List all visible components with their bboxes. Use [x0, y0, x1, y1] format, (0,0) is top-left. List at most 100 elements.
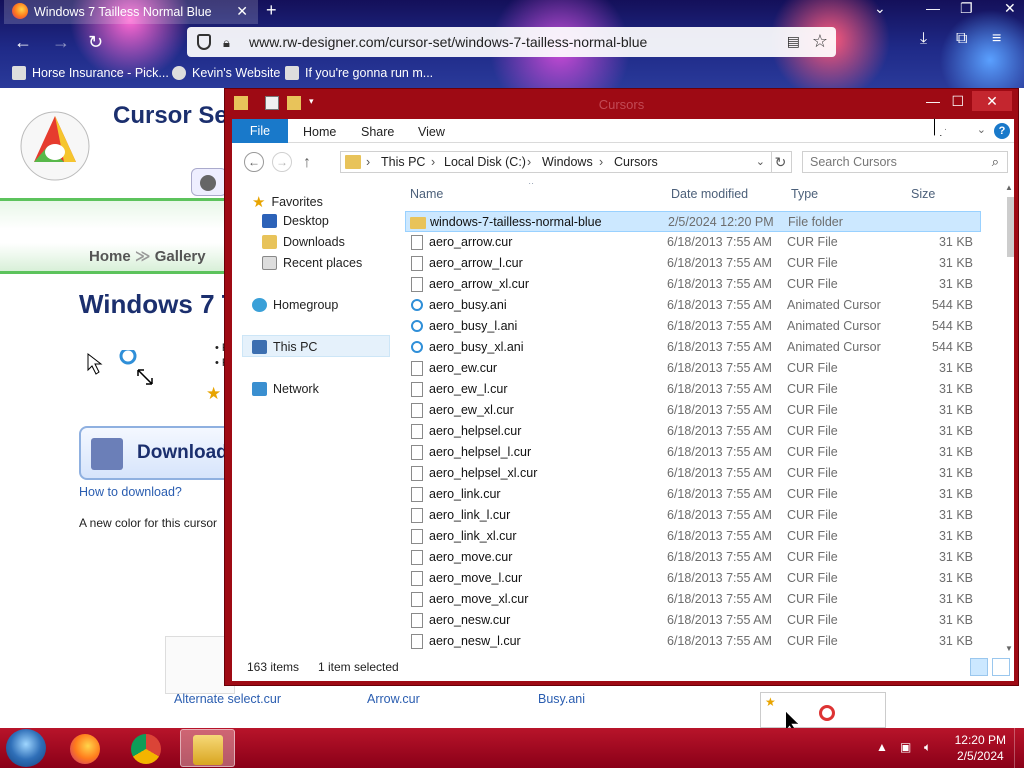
breadcrumb-separator-icon[interactable]: ›: [599, 155, 603, 169]
table-row[interactable]: aero_link_l.cur 6/18/2013 7:55 AM CUR File…: [405, 505, 981, 526]
table-row[interactable]: aero_arrow_xl.cur 6/18/2013 7:55 AM CUR Fi…: [405, 274, 981, 295]
tab-close-icon[interactable]: ✕: [236, 3, 248, 20]
reload-icon[interactable]: ↻: [88, 32, 103, 53]
table-row[interactable]: aero_helpsel_xl.cur 6/18/2013 7:55 AM CUR …: [405, 463, 981, 484]
cursor-link[interactable]: Arrow.cur: [367, 692, 420, 706]
table-row[interactable]: aero_ew.cur 6/18/2013 7:55 AM CUR File 31 K…: [405, 358, 981, 379]
table-row[interactable]: aero_nesw_l.cur 6/18/2013 7:55 AM CUR File…: [405, 631, 981, 652]
back-arrow-icon[interactable]: ←: [244, 152, 264, 172]
restore-icon[interactable]: ❐: [960, 0, 973, 17]
close-window-icon[interactable]: ✕: [1004, 0, 1016, 17]
table-row[interactable]: aero_link.cur 6/18/2013 7:55 AM CUR File 31…: [405, 484, 981, 505]
bookmark-item[interactable]: If you're gonna run m...: [285, 66, 433, 80]
nav-item-desktop[interactable]: Desktop: [262, 214, 329, 228]
tab-file[interactable]: File: [232, 119, 288, 143]
close-button[interactable]: ✕: [972, 91, 1012, 111]
nav-item-downloads[interactable]: Downloads: [262, 235, 345, 249]
table-row[interactable]: aero_busy_xl.ani 6/18/2013 7:55 AM Animate…: [405, 337, 981, 358]
table-row[interactable]: aero_move_l.cur 6/18/2013 7:55 AM CUR File…: [405, 568, 981, 589]
column-header-type[interactable]: Type: [791, 187, 818, 201]
taskbar-chrome[interactable]: [119, 729, 174, 767]
search-icon[interactable]: ⌕: [992, 152, 999, 172]
table-row[interactable]: windows-7-tailless-normal-blue 2/5/2024 1…: [405, 211, 981, 232]
breadcrumb-separator-icon[interactable]: ›: [366, 155, 370, 169]
bookmark-item[interactable]: Horse Insurance - Pick...: [12, 66, 169, 80]
cursor-link[interactable]: Alternate select.cur: [174, 692, 281, 706]
table-row[interactable]: aero_helpsel.cur 6/18/2013 7:55 AM CUR Fil…: [405, 421, 981, 442]
nav-item-favorites[interactable]: ★ Favorites: [252, 193, 323, 211]
scroll-down-icon[interactable]: ▼: [1005, 644, 1013, 653]
windows-start-icon[interactable]: [6, 729, 46, 767]
show-hidden-icons-icon[interactable]: ▲: [876, 740, 888, 754]
table-row[interactable]: aero_arrow.cur 6/18/2013 7:55 AM CUR File 3…: [405, 232, 981, 253]
show-desktop-button[interactable]: [1014, 728, 1024, 768]
taskbar-firefox[interactable]: [58, 729, 113, 767]
column-header-date[interactable]: Date modified: [671, 187, 748, 201]
url-bar[interactable]: 🔒︎ www.rw-designer.com/cursor-set/window…: [187, 27, 836, 57]
how-to-download-link[interactable]: How to download?: [79, 485, 182, 499]
table-row[interactable]: aero_link_xl.cur 6/18/2013 7:55 AM CUR Fil…: [405, 526, 981, 547]
scroll-thumb[interactable]: [1007, 197, 1014, 257]
shield-icon[interactable]: [197, 34, 211, 50]
volume-icon[interactable]: 🔈︎: [924, 740, 931, 755]
maximize-icon[interactable]: ☐: [951, 93, 964, 110]
download-button[interactable]: Download: [79, 426, 239, 480]
details-view-icon[interactable]: [970, 658, 988, 676]
forward-arrow-icon[interactable]: →: [52, 32, 70, 53]
breadcrumb-separator-icon[interactable]: ›: [431, 155, 435, 169]
nav-item-network[interactable]: Network: [252, 382, 319, 396]
address-segment[interactable]: This PC: [381, 155, 425, 169]
refresh-icon[interactable]: ↻: [770, 151, 792, 173]
search-input[interactable]: Search Cursors ⌕: [802, 151, 1008, 173]
rating-star-icon[interactable]: ★: [206, 384, 221, 404]
column-header-name[interactable]: Name: [410, 187, 443, 201]
forward-arrow-icon[interactable]: →: [272, 152, 292, 172]
clock[interactable]: 12:20 PM 2/5/2024: [955, 732, 1006, 764]
lock-icon[interactable]: 🔒︎: [223, 35, 230, 51]
nav-item-this-pc[interactable]: This PC: [252, 340, 317, 354]
table-row[interactable]: aero_helpsel_l.cur 6/18/2013 7:55 AM CUR F…: [405, 442, 981, 463]
list-tabs-icon[interactable]: ⌄: [874, 0, 886, 17]
large-icons-view-icon[interactable]: [992, 658, 1010, 676]
nav-item-homegroup[interactable]: Homegroup: [252, 298, 338, 312]
minimize-icon[interactable]: —: [926, 93, 940, 109]
table-row[interactable]: aero_ew_xl.cur 6/18/2013 7:55 AM CUR File 3…: [405, 400, 981, 421]
site-logo-icon[interactable]: [14, 102, 96, 184]
up-arrow-icon[interactable]: ↑: [303, 154, 311, 172]
address-bar[interactable]: › This PC › Local Disk (C:) › Windows › …: [340, 151, 772, 173]
browser-tab[interactable]: Windows 7 Tailless Normal Blue ✕: [4, 0, 258, 24]
address-segment[interactable]: Windows: [542, 155, 593, 169]
url-text[interactable]: www.rw-designer.com/cursor-set/windows-7…: [249, 34, 647, 50]
extensions-icon[interactable]: ⧉: [956, 30, 967, 48]
table-row[interactable]: aero_nesw.cur 6/18/2013 7:55 AM CUR File 31…: [405, 610, 981, 631]
star-icon[interactable]: ☆: [812, 31, 828, 52]
table-row[interactable]: aero_ew_l.cur 6/18/2013 7:55 AM CUR File 31…: [405, 379, 981, 400]
table-row[interactable]: aero_busy_l.ani 6/18/2013 7:55 AM Animated…: [405, 316, 981, 337]
tab-home[interactable]: Home: [303, 125, 336, 139]
address-segment[interactable]: Cursors: [614, 155, 658, 169]
help-icon[interactable]: ?: [994, 123, 1010, 139]
column-header-size[interactable]: Size: [911, 187, 935, 201]
tab-button[interactable]: [191, 168, 227, 196]
taskbar-explorer[interactable]: [180, 729, 235, 767]
breadcrumb-separator-icon[interactable]: ›: [527, 155, 531, 169]
cursor-link[interactable]: Busy.ani: [538, 692, 585, 706]
vertical-scrollbar[interactable]: ▲ ▼: [1005, 183, 1014, 653]
table-row[interactable]: aero_move_xl.cur 6/18/2013 7:55 AM CUR Fil…: [405, 589, 981, 610]
breadcrumb-gallery[interactable]: Gallery: [155, 248, 206, 265]
tab-view[interactable]: View: [418, 125, 445, 139]
expand-ribbon-chevron-icon[interactable]: ⌄: [977, 123, 986, 136]
address-dropdown-icon[interactable]: ⌄: [756, 155, 765, 168]
address-segment[interactable]: Local Disk (C:): [444, 155, 526, 169]
download-icon[interactable]: ⤓: [920, 30, 927, 48]
back-arrow-icon[interactable]: ←: [14, 32, 32, 53]
tab-share[interactable]: Share: [361, 125, 394, 139]
explorer-titlebar[interactable]: ▾ Cursors — ☐ ✕: [225, 89, 1018, 119]
minimize-icon[interactable]: —: [926, 0, 940, 16]
table-row[interactable]: aero_arrow_l.cur 6/18/2013 7:55 AM CUR Fil…: [405, 253, 981, 274]
table-row[interactable]: aero_move.cur 6/18/2013 7:55 AM CUR File 31…: [405, 547, 981, 568]
cursor-tile[interactable]: ★: [760, 692, 886, 728]
bookmark-item[interactable]: Kevin's Website: [172, 66, 280, 80]
breadcrumb-home[interactable]: Home: [89, 248, 131, 265]
new-tab-button[interactable]: +: [266, 0, 277, 21]
